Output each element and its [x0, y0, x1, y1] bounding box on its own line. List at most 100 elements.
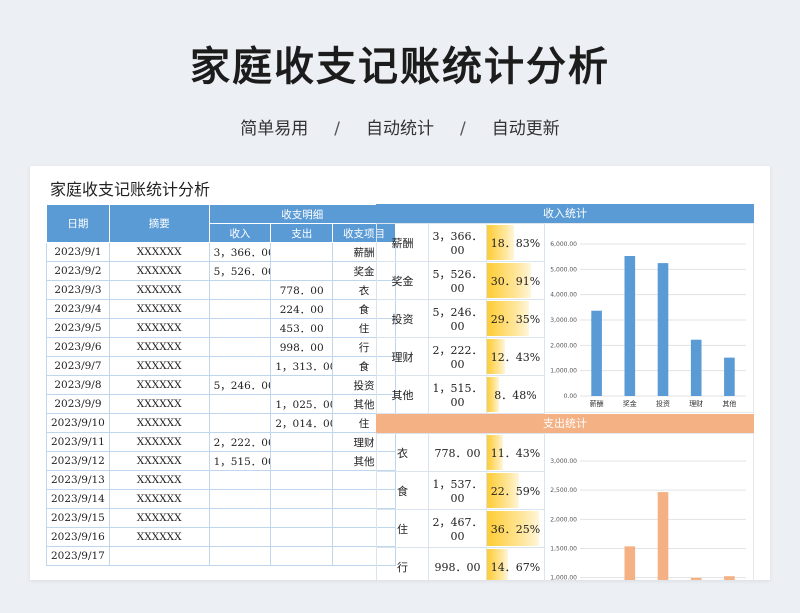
expense-percent-text: 11．43% — [490, 446, 541, 460]
y-tick-label: 6,000.00 — [550, 241, 577, 248]
expense-stat-percent: 14．67% — [486, 547, 545, 580]
cell-date: 2023/9/2 — [46, 261, 110, 281]
cell-date: 2023/9/11 — [46, 432, 110, 452]
expense-stat-row: 食 1，537．00 22．59% — [376, 471, 545, 510]
income-stat-percent: 30．91% — [486, 261, 545, 300]
expense-stat-percent: 22．59% — [486, 471, 545, 510]
expense-stat-name: 住 — [376, 509, 429, 548]
y-tick-label: 1,000.00 — [550, 368, 577, 375]
table-row: 2023/9/6 XXXXXX 998．00 行 — [46, 337, 396, 357]
table-row: 2023/9/17 — [46, 546, 396, 566]
income-stat-name: 薪酬 — [376, 223, 429, 262]
table-row: 2023/9/15 XXXXXX — [46, 508, 396, 528]
cell-income — [208, 508, 272, 528]
cell-expense: 778．00 — [270, 280, 334, 300]
cell-summary — [108, 546, 210, 566]
x-tick-label: 投资 — [656, 399, 670, 408]
cell-date: 2023/9/7 — [46, 356, 110, 376]
income-percent-text: 8．48% — [494, 388, 537, 402]
income-percent-text: 18．83% — [490, 236, 541, 250]
income-stat-amount: 1，515．00 — [428, 375, 487, 414]
ledger-body: 2023/9/1 XXXXXX 3，366．00 薪酬 2023/9/2 XXXXXX 5，… — [46, 242, 396, 566]
bar — [690, 339, 702, 396]
cell-summary: XXXXXX — [108, 470, 210, 490]
tag-easy: 简单易用 — [240, 119, 309, 139]
y-tick-label: 1,500.00 — [550, 546, 577, 553]
cell-expense — [270, 489, 334, 509]
cell-expense — [270, 546, 334, 566]
expense-stat-name: 行 — [376, 547, 429, 580]
expense-percent-text: 36．25% — [490, 522, 541, 536]
cell-summary: XXXXXX — [108, 337, 210, 357]
income-stat-row: 投资 5，246．00 29．35% — [376, 299, 545, 338]
cell-income — [208, 413, 272, 433]
cell-expense — [270, 470, 334, 490]
income-stat-amount: 5，526．00 — [428, 261, 487, 300]
table-row: 2023/9/10 XXXXXX 2，014．00 住 — [46, 413, 396, 433]
cell-expense — [270, 261, 334, 281]
cell-summary: XXXXXX — [108, 375, 210, 395]
cell-summary: XXXXXX — [108, 318, 210, 338]
bar — [624, 546, 636, 580]
income-percent-text: 29．35% — [490, 312, 541, 326]
cell-income — [208, 356, 272, 376]
header-expense: 支出 — [270, 223, 334, 243]
header-detail-group: 收支明细 — [208, 204, 397, 224]
header-income: 收入 — [208, 223, 272, 243]
expense-stat-amount: 998．00 — [428, 547, 487, 580]
table-row: 2023/9/11 XXXXXX 2，222．00 理财 — [46, 432, 396, 452]
x-tick-label: 其他 — [722, 399, 736, 408]
feature-tags: 简单易用 / 自动统计 / 自动更新 — [0, 114, 800, 139]
cell-expense — [270, 508, 334, 528]
income-stats-header: 收入统计 — [376, 204, 754, 223]
y-tick-label: 1,000.00 — [550, 575, 577, 580]
expense-stat-percent: 11．43% — [486, 433, 545, 472]
y-tick-label: 3,000.00 — [550, 317, 577, 324]
cell-summary: XXXXXX — [108, 299, 210, 319]
cell-summary: XXXXXX — [108, 280, 210, 300]
cell-date: 2023/9/3 — [46, 280, 110, 300]
income-stat-percent: 18．83% — [486, 223, 545, 262]
cell-summary: XXXXXX — [108, 242, 210, 262]
income-stat-name: 理财 — [376, 337, 429, 376]
expense-stat-amount: 778．00 — [428, 433, 487, 472]
cell-expense — [270, 527, 334, 547]
cell-expense — [270, 432, 334, 452]
table-row: 2023/9/9 XXXXXX 1，025．00 其他 — [46, 394, 396, 414]
table-row: 2023/9/2 XXXXXX 5，526．00 奖金 — [46, 261, 396, 281]
y-tick-label: 5,000.00 — [550, 266, 577, 273]
table-row: 2023/9/13 XXXXXX — [46, 470, 396, 490]
cell-summary: XXXXXX — [108, 261, 210, 281]
bar — [657, 263, 669, 396]
cell-expense: 1，025．00 — [270, 394, 334, 414]
expense-stat-row: 住 2，467．00 36．25% — [376, 509, 545, 548]
cell-expense: 224．00 — [270, 299, 334, 319]
income-stat-name: 奖金 — [376, 261, 429, 300]
cell-summary: XXXXXX — [108, 413, 210, 433]
cell-date: 2023/9/15 — [46, 508, 110, 528]
sheet-title: 家庭收支记账统计分析 — [50, 180, 211, 199]
table-row: 2023/9/7 XXXXXX 1，313．00 食 — [46, 356, 396, 376]
table-row: 2023/9/14 XXXXXX — [46, 489, 396, 509]
bar — [591, 310, 602, 396]
bar — [690, 577, 702, 580]
x-tick-label: 薪酬 — [590, 399, 604, 408]
cell-summary: XXXXXX — [108, 527, 210, 547]
income-stats-table: 薪酬 3，366．00 18．83% 奖金 5，526．00 30．91% 投资 5，246．… — [376, 223, 545, 414]
cell-date: 2023/9/10 — [46, 413, 110, 433]
cell-income — [208, 337, 272, 357]
cell-income — [208, 470, 272, 490]
table-row: 2023/9/1 XXXXXX 3，366．00 薪酬 — [46, 242, 396, 262]
cell-date: 2023/9/6 — [46, 337, 110, 357]
cell-income — [208, 280, 272, 300]
income-stat-name: 投资 — [376, 299, 429, 338]
income-stat-row: 薪酬 3，366．00 18．83% — [376, 223, 545, 262]
tag-auto-update: 自动更新 — [491, 119, 560, 139]
table-row: 2023/9/8 XXXXXX 5，246．00 投资 — [46, 375, 396, 395]
cell-income — [208, 318, 272, 338]
expense-stat-name: 衣 — [376, 433, 429, 472]
cell-summary: XXXXXX — [108, 356, 210, 376]
bar — [624, 256, 636, 396]
table-row: 2023/9/16 XXXXXX — [46, 527, 396, 547]
cell-summary: XXXXXX — [108, 451, 210, 471]
